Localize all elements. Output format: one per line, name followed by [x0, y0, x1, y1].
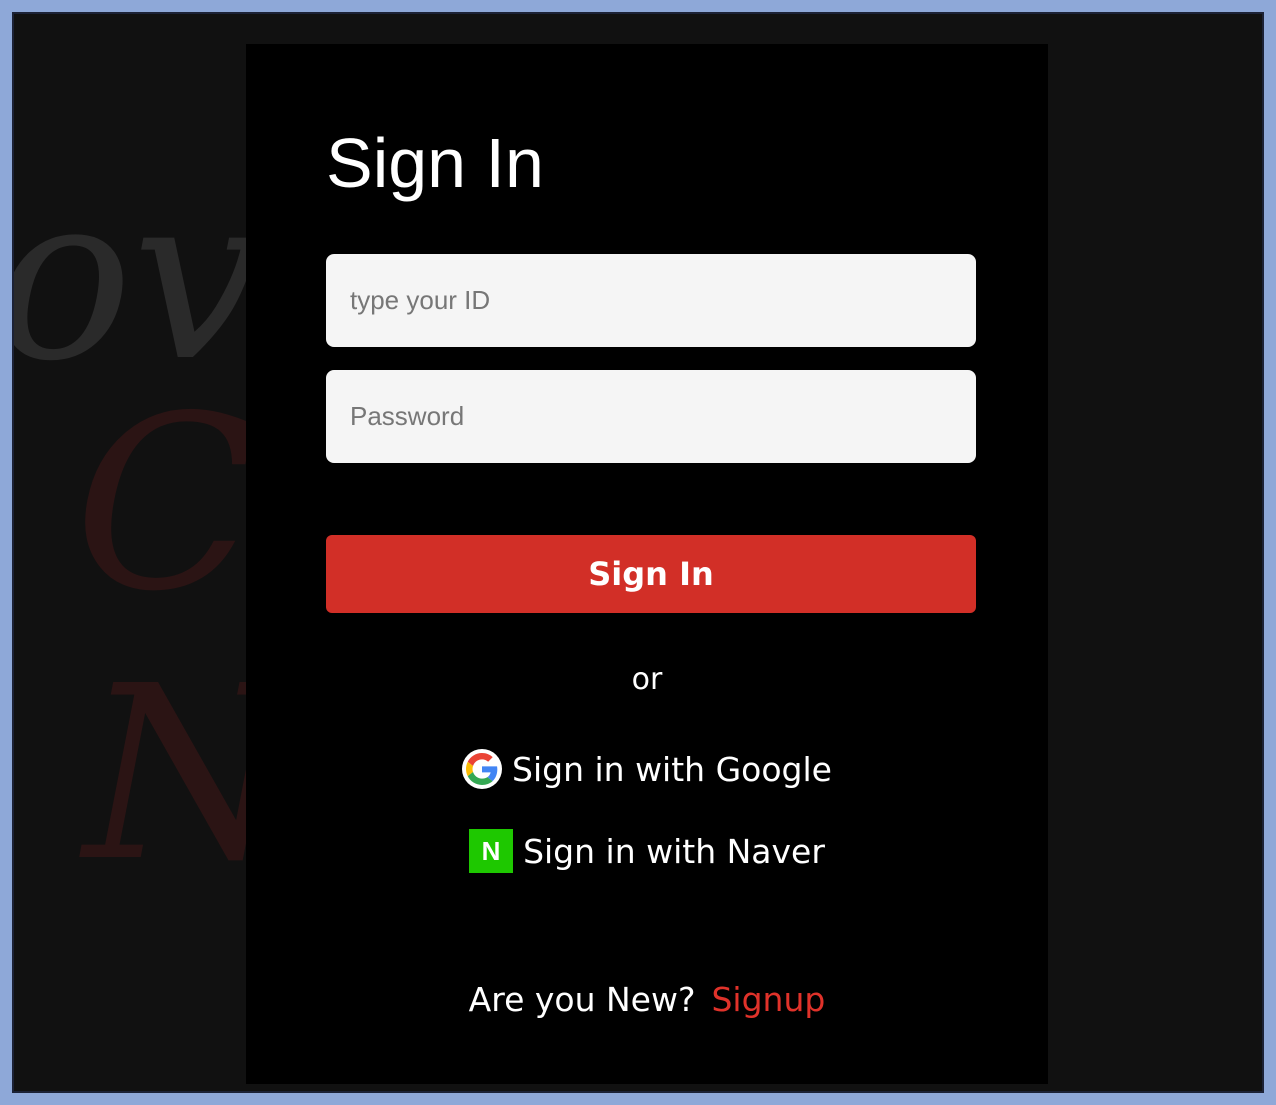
naver-signin-button[interactable]: N Sign in with Naver — [246, 829, 1048, 873]
signin-button[interactable]: Sign In — [326, 535, 976, 613]
page-title: Sign In — [326, 124, 544, 202]
google-signin-label: Sign in with Google — [512, 749, 832, 789]
app-frame: ov C N Sign In Sign In or Sign in with G… — [12, 12, 1264, 1093]
naver-signin-label: Sign in with Naver — [523, 831, 825, 871]
signup-link[interactable]: Signup — [711, 980, 825, 1019]
id-input[interactable] — [326, 254, 976, 347]
background-script-1: ov — [12, 145, 263, 412]
password-input[interactable] — [326, 370, 976, 463]
signup-prompt: Are you New? Signup — [246, 980, 1048, 1019]
google-signin-button[interactable]: Sign in with Google — [246, 749, 1048, 789]
google-icon — [462, 749, 503, 789]
background-script-2: C — [74, 364, 258, 644]
signup-prompt-text: Are you New? — [468, 980, 696, 1019]
signin-card: Sign In Sign In or Sign in with Google N… — [246, 44, 1048, 1084]
naver-icon: N — [469, 829, 514, 873]
or-divider: or — [631, 662, 663, 697]
